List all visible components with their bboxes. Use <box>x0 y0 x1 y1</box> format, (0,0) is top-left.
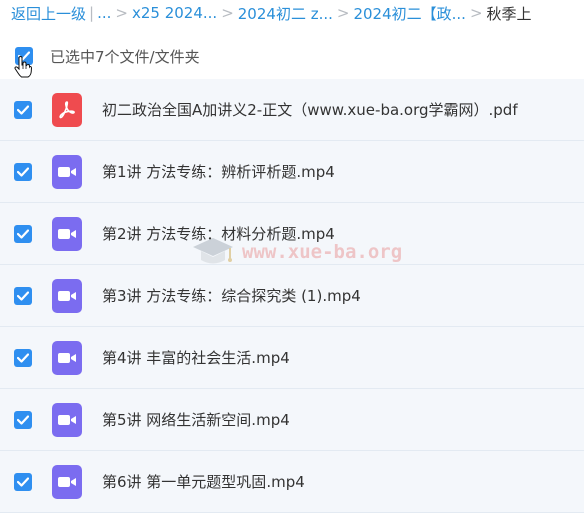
breadcrumb: 返回上一级 | ... > x25 2024... > 2024初二 z... … <box>0 0 584 26</box>
back-link[interactable]: 返回上一级 <box>11 3 86 24</box>
breadcrumb-ellipsis[interactable]: ... <box>97 4 111 22</box>
pdf-file-icon <box>52 92 82 127</box>
checkmark-icon <box>17 352 29 363</box>
breadcrumb-separator: > <box>115 4 128 22</box>
breadcrumb-separator: > <box>221 4 234 22</box>
checkmark-icon <box>17 290 29 301</box>
video-file-icon <box>52 464 82 499</box>
file-checkbox[interactable] <box>14 410 32 429</box>
file-checkbox[interactable] <box>14 162 32 181</box>
video-file-icon <box>52 216 82 251</box>
breadcrumb-current: 秋季上 <box>486 4 532 23</box>
file-checkbox[interactable] <box>14 348 32 367</box>
selection-count-label: 已选中7个文件/文件夹 <box>50 47 200 66</box>
checkmark-icon <box>17 476 29 487</box>
video-file-icon <box>52 402 82 437</box>
breadcrumb-separator: | <box>89 4 95 22</box>
video-file-icon <box>52 278 82 313</box>
file-row[interactable]: 第3讲 方法专练：综合探究类 (1).mp4 <box>0 265 584 327</box>
file-row[interactable]: 初二政治全国A加讲义2-正文（www.xue-ba.org学霸网）.pdf <box>0 79 584 141</box>
file-row[interactable]: 第6讲 第一单元题型巩固.mp4 <box>0 451 584 513</box>
video-file-icon <box>52 154 82 189</box>
breadcrumb-item-3[interactable]: 2024初二【政... <box>353 3 465 24</box>
breadcrumb-separator: > <box>336 4 350 22</box>
file-row[interactable]: 第1讲 方法专练：辨析评析题.mp4 <box>0 141 584 203</box>
checkmark-icon <box>17 166 29 177</box>
breadcrumb-separator: > <box>469 4 483 22</box>
file-checkbox[interactable] <box>14 100 32 119</box>
file-name[interactable]: 第1讲 方法专练：辨析评析题.mp4 <box>102 161 335 182</box>
file-row[interactable]: 第5讲 网络生活新空间.mp4 <box>0 389 584 451</box>
breadcrumb-item-1[interactable]: x25 2024... <box>132 4 217 22</box>
video-file-icon <box>52 340 82 375</box>
hand-pointer-icon <box>14 56 32 78</box>
file-name[interactable]: 第2讲 方法专练：材料分析题.mp4 <box>102 223 335 244</box>
file-checkbox[interactable] <box>14 472 32 491</box>
file-row[interactable]: 第2讲 方法专练：材料分析题.mp4 <box>0 203 584 265</box>
file-name[interactable]: 第3讲 方法专练：综合探究类 (1).mp4 <box>102 285 361 306</box>
file-checkbox[interactable] <box>14 286 32 305</box>
file-row[interactable]: 第4讲 丰富的社会生活.mp4 <box>0 327 584 389</box>
checkmark-icon <box>17 104 29 115</box>
file-checkbox[interactable] <box>14 224 32 243</box>
file-list: 初二政治全国A加讲义2-正文（www.xue-ba.org学霸网）.pdf 第1… <box>0 79 584 513</box>
file-name[interactable]: 第4讲 丰富的社会生活.mp4 <box>102 347 290 368</box>
breadcrumb-item-2[interactable]: 2024初二 z... <box>238 3 333 24</box>
checkmark-icon <box>17 228 29 239</box>
file-name[interactable]: 第6讲 第一单元题型巩固.mp4 <box>102 471 305 492</box>
select-all-row: 已选中7个文件/文件夹 <box>0 36 584 76</box>
checkmark-icon <box>17 414 29 425</box>
file-name[interactable]: 第5讲 网络生活新空间.mp4 <box>102 409 290 430</box>
file-name[interactable]: 初二政治全国A加讲义2-正文（www.xue-ba.org学霸网）.pdf <box>102 99 518 120</box>
